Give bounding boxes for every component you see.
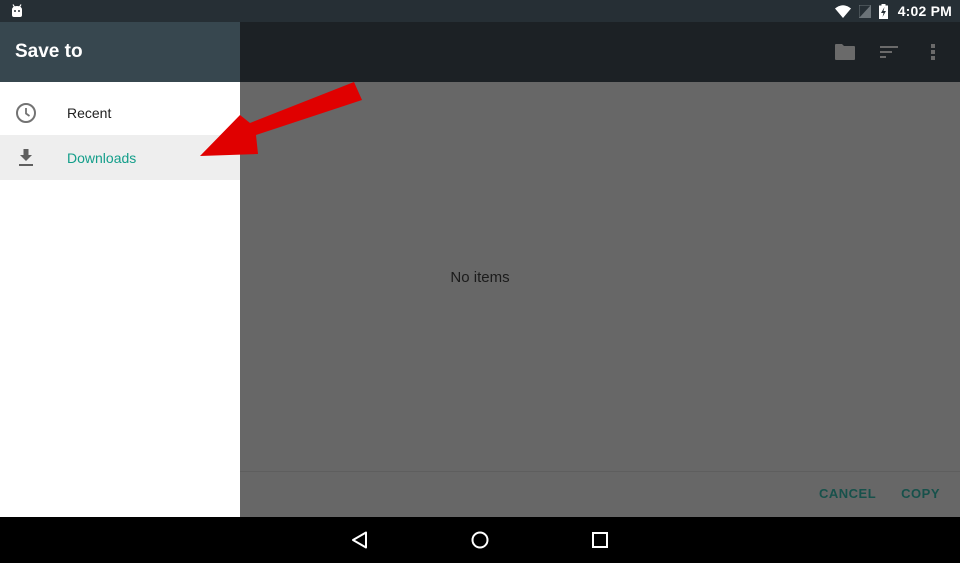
back-button[interactable] (348, 528, 372, 552)
android-debug-icon (12, 4, 22, 17)
system-nav-bar (0, 517, 960, 563)
clock-icon (13, 100, 39, 126)
download-icon (13, 145, 39, 171)
recents-icon (592, 532, 608, 548)
content-area: No items CANCEL COPY (240, 82, 960, 517)
recents-button[interactable] (588, 528, 612, 552)
empty-state-message: No items (450, 269, 510, 286)
drawer-header: Save to (0, 22, 240, 82)
sort-button[interactable] (878, 41, 900, 63)
battery-charging-icon (878, 3, 888, 19)
drawer-item-recent[interactable]: Recent (0, 90, 240, 135)
dialog-buttons: CANCEL COPY (819, 486, 940, 501)
cancel-button[interactable]: CANCEL (819, 486, 876, 501)
home-button[interactable] (468, 528, 492, 552)
no-signal-icon (858, 4, 871, 18)
screen: 4:02 PM No items CANCEL COPY Save to Rec… (0, 0, 960, 563)
drawer-item-downloads[interactable]: Downloads (0, 135, 240, 180)
more-vert-icon (931, 44, 935, 60)
drawer-list: Recent Downloads (0, 82, 240, 180)
app-bar-actions (834, 22, 944, 82)
new-folder-button[interactable] (834, 41, 856, 63)
status-time: 4:02 PM (897, 3, 952, 19)
new-folder-icon (835, 44, 855, 60)
wifi-icon (834, 4, 851, 18)
status-bar: 4:02 PM (0, 0, 960, 22)
app-bar (240, 22, 960, 82)
status-icons: 4:02 PM (834, 0, 952, 22)
sort-icon (880, 46, 898, 58)
back-icon (352, 531, 367, 549)
drawer-title: Save to (15, 41, 83, 62)
navigation-drawer: Save to Recent Downloads (0, 22, 240, 517)
drawer-item-label: Recent (67, 104, 112, 121)
more-options-button[interactable] (922, 41, 944, 63)
footer-divider (240, 471, 960, 472)
copy-button[interactable]: COPY (901, 486, 940, 501)
home-icon (471, 531, 489, 549)
drawer-item-label: Downloads (67, 149, 137, 166)
